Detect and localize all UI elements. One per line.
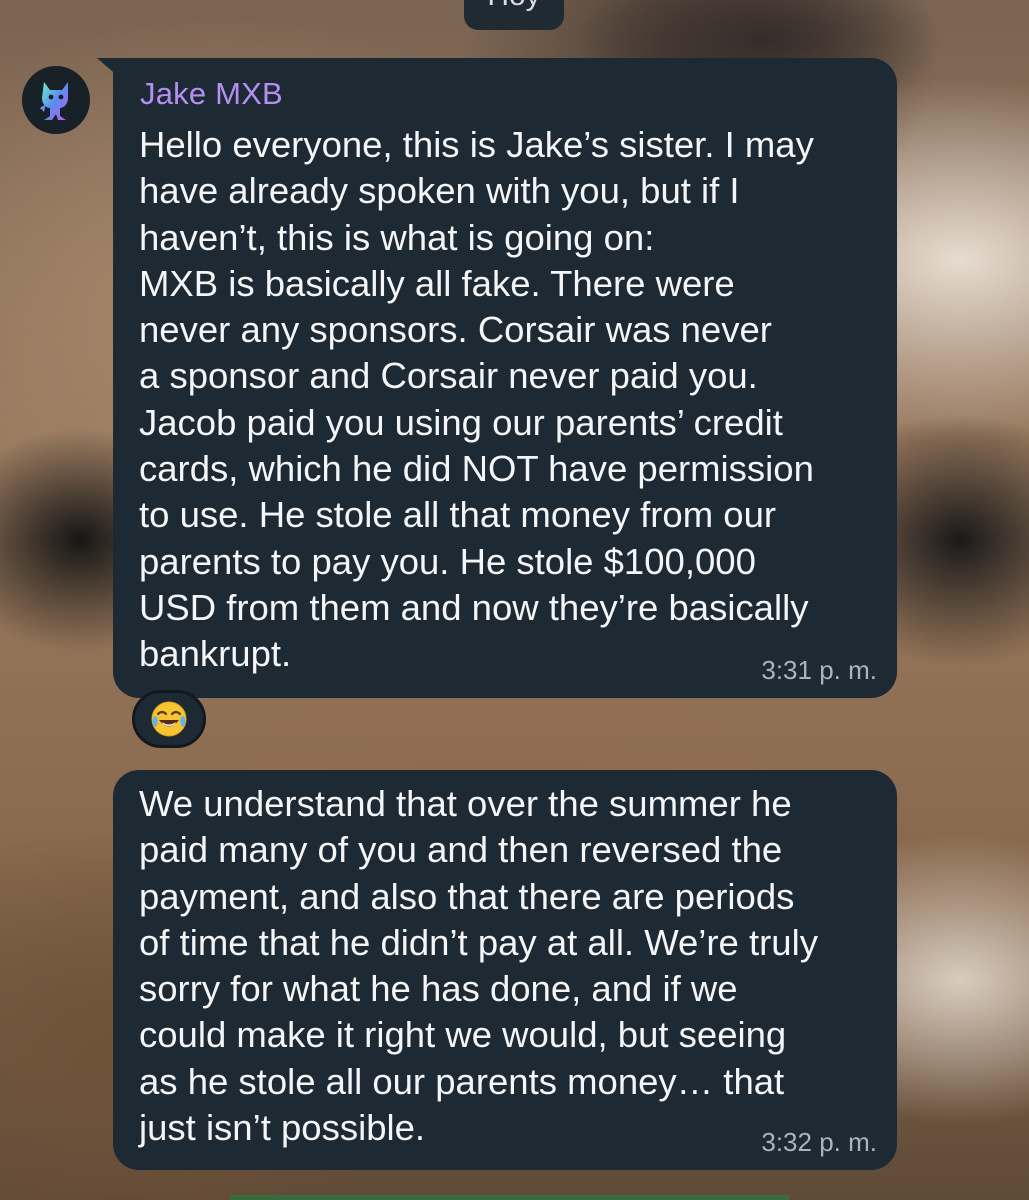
sender-avatar[interactable]	[22, 66, 90, 134]
message-timestamp: 3:31 p. m.	[761, 655, 877, 685]
date-separator-chip: Hoy	[464, 0, 564, 30]
message-text: We understand that over the summer he pa…	[139, 783, 818, 1149]
monstercat-logo-icon	[40, 82, 68, 120]
message-timestamp: 3:32 p. m.	[761, 1127, 877, 1157]
face-with-tears-of-joy-icon	[151, 701, 187, 737]
message-bubble[interactable]: We understand that over the summer he pa…	[113, 770, 897, 1170]
message-text: Hello everyone, this is Jake’s sister. I…	[139, 124, 814, 675]
reaction-chip[interactable]: 😂	[132, 690, 206, 748]
sender-name[interactable]: Jake MXB	[140, 76, 283, 112]
date-separator-label: Hoy	[487, 0, 540, 12]
next-message-edge	[230, 1195, 790, 1200]
message-bubble[interactable]: Jake MXB Hello everyone, this is Jake’s …	[113, 58, 897, 698]
